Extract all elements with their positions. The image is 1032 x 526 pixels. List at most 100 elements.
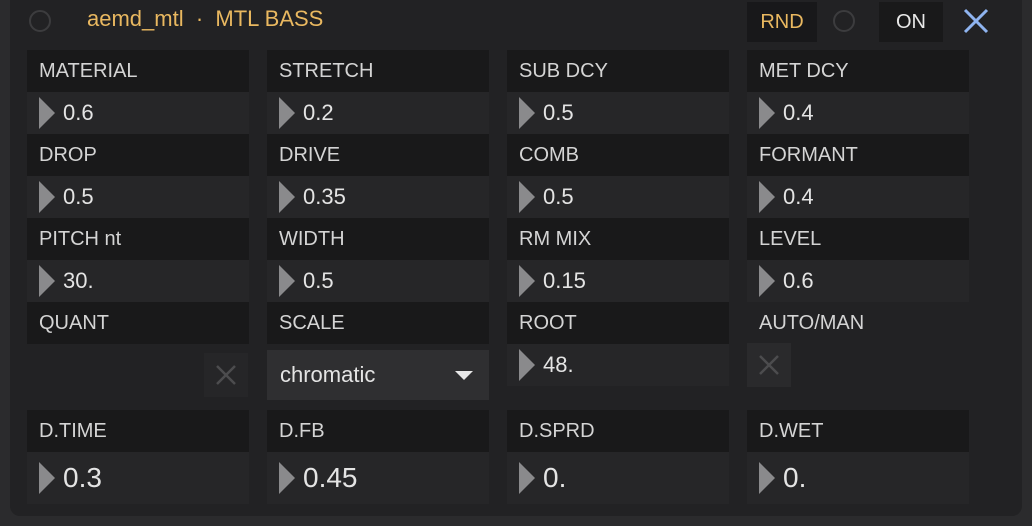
param-number-box[interactable]: 0. xyxy=(507,452,729,504)
triangle-icon xyxy=(39,462,55,494)
param-number-box[interactable]: 0.4 xyxy=(747,176,969,218)
param-label: STRETCH xyxy=(267,50,489,92)
power-indicator[interactable] xyxy=(29,10,51,32)
param-material: MATERIAL 0.6 xyxy=(27,50,249,134)
param-d-time: D.TIME 0.3 xyxy=(27,410,249,504)
scale-dropdown[interactable]: chromatic xyxy=(267,350,489,400)
triangle-icon xyxy=(39,97,55,129)
device-title: aemd_mtl · MTL BASS xyxy=(87,6,324,31)
param-label: WIDTH xyxy=(267,218,489,260)
triangle-icon xyxy=(759,181,775,213)
root-label: ROOT xyxy=(507,302,729,344)
param-d-wet: D.WET 0. xyxy=(747,410,969,504)
param-number-box[interactable]: 30. xyxy=(27,260,249,302)
param-value: 0.2 xyxy=(303,100,334,125)
param-value: 0.5 xyxy=(543,184,574,209)
param-width: WIDTH 0.5 xyxy=(267,218,489,302)
param-label: D.WET xyxy=(747,410,969,452)
param-value: 0.5 xyxy=(303,268,334,293)
param-label: MET DCY xyxy=(747,50,969,92)
param-number-box[interactable]: 0.6 xyxy=(747,260,969,302)
param-label: D.SPRD xyxy=(507,410,729,452)
param-rm-mix: RM MIX 0.15 xyxy=(507,218,729,302)
param-comb: COMB 0.5 xyxy=(507,134,729,218)
param-number-box[interactable]: 0.45 xyxy=(267,452,489,504)
triangle-icon xyxy=(759,97,775,129)
param-label: FORMANT xyxy=(747,134,969,176)
device-panel: aemd_mtl · MTL BASS RND ON MATERIAL 0.6 … xyxy=(10,0,1022,516)
param-value: 30. xyxy=(63,268,94,293)
param-label: RM MIX xyxy=(507,218,729,260)
param-label: PITCH nt xyxy=(27,218,249,260)
param-number-box[interactable]: 0.3 xyxy=(27,452,249,504)
param-value: 0.5 xyxy=(543,100,574,125)
param-value: 0.4 xyxy=(783,100,814,125)
triangle-icon xyxy=(39,265,55,297)
triangle-icon xyxy=(519,181,535,213)
param-drive: DRIVE 0.35 xyxy=(267,134,489,218)
root-value: 48. xyxy=(543,352,574,377)
param-value: 0.3 xyxy=(63,462,102,493)
param-value: 0.4 xyxy=(783,184,814,209)
triangle-icon xyxy=(39,181,55,213)
triangle-icon xyxy=(279,265,295,297)
quant-label: QUANT xyxy=(27,302,249,344)
param-number-box[interactable]: 0.4 xyxy=(747,92,969,134)
scale-value: chromatic xyxy=(280,362,376,387)
param-value: 0.15 xyxy=(543,268,586,293)
triangle-icon xyxy=(279,462,295,494)
param-pitch: PITCH nt 30. xyxy=(27,218,249,302)
quant-toggle[interactable] xyxy=(204,353,248,397)
triangle-icon xyxy=(759,265,775,297)
param-value: 0.5 xyxy=(63,184,94,209)
scale-label: SCALE xyxy=(267,302,489,344)
param-label: D.TIME xyxy=(27,410,249,452)
param-label: D.FB xyxy=(267,410,489,452)
param-value: 0.6 xyxy=(63,100,94,125)
toggle-indicator[interactable] xyxy=(833,10,855,32)
chevron-down-icon xyxy=(455,371,473,380)
param-level: LEVEL 0.6 xyxy=(747,218,969,302)
close-icon[interactable] xyxy=(962,7,990,35)
x-icon xyxy=(216,365,236,385)
param-d-sprd: D.SPRD 0. xyxy=(507,410,729,504)
param-label: MATERIAL xyxy=(27,50,249,92)
param-value: 0.35 xyxy=(303,184,346,209)
triangle-icon xyxy=(279,97,295,129)
title-bar: aemd_mtl · MTL BASS RND ON xyxy=(10,0,1022,44)
root-number-box[interactable]: 48. xyxy=(507,344,729,386)
param-number-box[interactable]: 0.5 xyxy=(27,176,249,218)
triangle-icon xyxy=(519,97,535,129)
on-button[interactable]: ON xyxy=(879,2,943,42)
param-value: 0.6 xyxy=(783,268,814,293)
param-drop: DROP 0.5 xyxy=(27,134,249,218)
x-icon xyxy=(759,355,779,375)
triangle-icon xyxy=(519,265,535,297)
param-number-box[interactable]: 0.35 xyxy=(267,176,489,218)
param-d-fb: D.FB 0.45 xyxy=(267,410,489,504)
random-button[interactable]: RND xyxy=(747,2,817,42)
param-value: 0. xyxy=(543,462,567,493)
param-formant: FORMANT 0.4 xyxy=(747,134,969,218)
triangle-icon xyxy=(519,349,535,381)
automan-label: AUTO/MAN xyxy=(747,302,969,344)
param-label: DROP xyxy=(27,134,249,176)
param-met-dcy: MET DCY 0.4 xyxy=(747,50,969,134)
automan-toggle[interactable] xyxy=(747,343,791,387)
param-number-box[interactable]: 0.5 xyxy=(507,92,729,134)
param-value: 0. xyxy=(783,462,807,493)
param-number-box[interactable]: 0.15 xyxy=(507,260,729,302)
param-number-box[interactable]: 0.5 xyxy=(507,176,729,218)
param-sub-dcy: SUB DCY 0.5 xyxy=(507,50,729,134)
param-number-box[interactable]: 0.2 xyxy=(267,92,489,134)
param-label: COMB xyxy=(507,134,729,176)
param-number-box[interactable]: 0. xyxy=(747,452,969,504)
param-number-box[interactable]: 0.6 xyxy=(27,92,249,134)
param-label: DRIVE xyxy=(267,134,489,176)
triangle-icon xyxy=(759,462,775,494)
triangle-icon xyxy=(519,462,535,494)
triangle-icon xyxy=(279,181,295,213)
param-number-box[interactable]: 0.5 xyxy=(267,260,489,302)
param-value: 0.45 xyxy=(303,462,358,493)
param-label: SUB DCY xyxy=(507,50,729,92)
